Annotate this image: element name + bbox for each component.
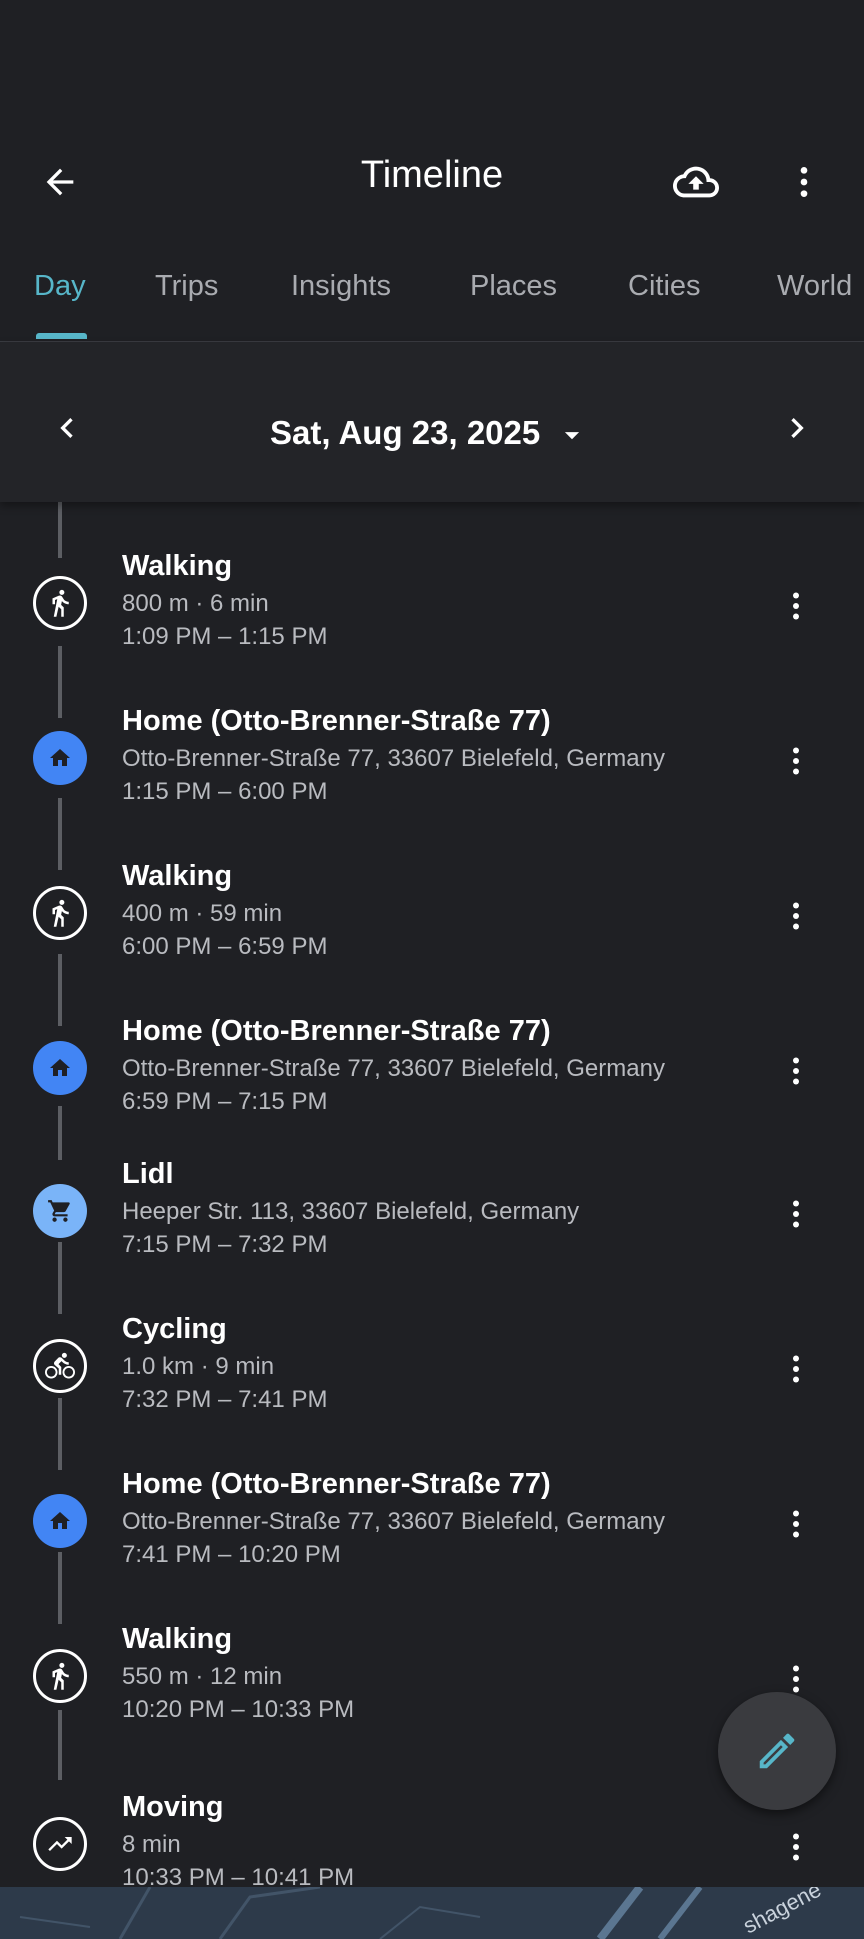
tab-trips[interactable]: Trips: [155, 270, 218, 303]
item-time: 6:00 PM – 6:59 PM: [122, 933, 328, 960]
shopping-cart-icon: [48, 1200, 70, 1222]
next-day-button[interactable]: [776, 402, 818, 454]
timeline-marker: [33, 1817, 87, 1871]
more-vert-icon: [793, 1833, 799, 1861]
tab-insights[interactable]: Insights: [291, 270, 391, 303]
item-subtitle: Otto-Brenner-Straße 77, 33607 Bielefeld,…: [122, 1055, 665, 1082]
item-subtitle: Otto-Brenner-Straße 77, 33607 Bielefeld,…: [122, 745, 665, 772]
item-more-button[interactable]: [778, 1190, 814, 1238]
item-subtitle: 550 m · 12 min: [122, 1663, 283, 1690]
item-more-button[interactable]: [778, 1047, 814, 1095]
timeline-marker: [33, 1494, 87, 1548]
timeline-item[interactable]: Home (Otto-Brenner-Straße 77) Otto-Brenn…: [0, 705, 864, 855]
more-vert-icon: [793, 592, 799, 620]
walking-icon: [52, 899, 69, 927]
item-more-button[interactable]: [778, 892, 814, 940]
timeline-item[interactable]: Walking 400 m · 59 min 6:00 PM – 6:59 PM: [0, 860, 864, 1010]
timeline-list: Walking 800 m · 6 min 1:09 PM – 1:15 PM …: [0, 502, 864, 1887]
pencil-icon: [759, 1733, 795, 1769]
item-subtitle: 8 min: [122, 1831, 181, 1858]
tab-world[interactable]: World: [777, 270, 852, 303]
active-tab-indicator: [36, 333, 87, 339]
item-more-button[interactable]: [778, 737, 814, 785]
walking-icon: [52, 589, 69, 617]
item-time: 7:32 PM – 7:41 PM: [122, 1386, 328, 1413]
timeline-item[interactable]: Lidl Heeper Str. 113, 33607 Bielefeld, G…: [0, 1158, 864, 1308]
item-time: 10:33 PM – 10:41 PM: [122, 1864, 355, 1887]
previous-day-button[interactable]: [46, 402, 88, 454]
walking-icon: [52, 1662, 69, 1690]
timeline-item[interactable]: Walking 800 m · 6 min 1:09 PM – 1:15 PM: [0, 550, 864, 700]
item-time: 6:59 PM – 7:15 PM: [122, 1088, 328, 1115]
more-vert-icon: [793, 1057, 799, 1085]
timeline-marker: [33, 1041, 87, 1095]
home-icon: [50, 1512, 70, 1529]
item-title: Moving: [122, 1791, 224, 1823]
tab-day[interactable]: Day: [34, 270, 86, 303]
map-preview[interactable]: shagene: [0, 1887, 864, 1939]
item-time: 1:09 PM – 1:15 PM: [122, 623, 328, 650]
item-more-button[interactable]: [778, 1500, 814, 1548]
more-vert-icon: [793, 902, 799, 930]
more-vert-icon: [793, 747, 799, 775]
item-more-button[interactable]: [778, 1823, 814, 1871]
date-label: Sat, Aug 23, 2025: [270, 414, 541, 451]
item-more-button[interactable]: [778, 1345, 814, 1393]
timeline-item[interactable]: Home (Otto-Brenner-Straße 77) Otto-Brenn…: [0, 1468, 864, 1618]
timeline-item[interactable]: Cycling 1.0 km · 9 min 7:32 PM – 7:41 PM: [0, 1313, 864, 1463]
moving-icon: [48, 1837, 72, 1851]
more-vert-icon: [793, 1355, 799, 1383]
item-subtitle: 400 m · 59 min: [122, 900, 283, 927]
more-options-button[interactable]: [782, 156, 826, 208]
cycling-icon: [45, 1352, 75, 1379]
item-time: 7:41 PM – 10:20 PM: [122, 1541, 341, 1568]
dropdown-arrow-icon: [565, 432, 580, 440]
chevron-right-icon: [791, 418, 804, 438]
timeline-marker: [33, 1649, 87, 1703]
item-time: 7:15 PM – 7:32 PM: [122, 1231, 328, 1258]
timeline-marker: [33, 731, 87, 785]
timeline-marker: [33, 886, 87, 940]
page-title: Timeline: [360, 154, 504, 196]
edit-fab-button[interactable]: [718, 1692, 836, 1810]
item-title: Home (Otto-Brenner-Straße 77): [122, 705, 551, 737]
status-bar: [0, 0, 864, 120]
cloud-upload-button[interactable]: [668, 156, 724, 208]
home-icon: [50, 749, 70, 766]
tab-places[interactable]: Places: [470, 270, 557, 303]
item-subtitle: 800 m · 6 min: [122, 590, 269, 617]
timeline-marker: [33, 1339, 87, 1393]
date-selector[interactable]: Sat, Aug 23, 2025: [270, 414, 589, 452]
item-subtitle: 1.0 km · 9 min: [122, 1353, 275, 1380]
timeline-item[interactable]: Home (Otto-Brenner-Straße 77) Otto-Brenn…: [0, 1015, 864, 1165]
item-title: Walking: [122, 860, 233, 892]
item-title: Home (Otto-Brenner-Straße 77): [122, 1015, 551, 1047]
item-title: Walking: [122, 1623, 233, 1655]
item-subtitle: Otto-Brenner-Straße 77, 33607 Bielefeld,…: [122, 1508, 665, 1535]
item-time: 1:15 PM – 6:00 PM: [122, 778, 328, 805]
more-vert-icon: [793, 1510, 799, 1538]
timeline-marker: [33, 1184, 87, 1238]
timeline-marker: [33, 576, 87, 630]
item-time: 10:20 PM – 10:33 PM: [122, 1696, 355, 1723]
chevron-left-icon: [60, 418, 73, 438]
map-streets: [19, 1887, 703, 1939]
timeline-item[interactable]: Moving 8 min 10:33 PM – 10:41 PM: [0, 1791, 864, 1887]
home-icon: [50, 1059, 70, 1076]
item-more-button[interactable]: [778, 582, 814, 630]
item-subtitle: Heeper Str. 113, 33607 Bielefeld, German…: [122, 1198, 580, 1225]
item-title: Walking: [122, 550, 233, 582]
item-title: Cycling: [122, 1313, 227, 1345]
date-navigation: Sat, Aug 23, 2025: [0, 342, 864, 502]
tab-bar: Day Trips Insights Places Cities World: [0, 255, 864, 342]
item-title: Home (Otto-Brenner-Straße 77): [122, 1468, 551, 1500]
cloud-upload-icon: [673, 166, 719, 198]
more-vert-icon: [793, 1200, 799, 1228]
item-title: Lidl: [122, 1158, 174, 1190]
more-vert-icon: [800, 167, 808, 197]
tab-cities[interactable]: Cities: [628, 270, 701, 303]
